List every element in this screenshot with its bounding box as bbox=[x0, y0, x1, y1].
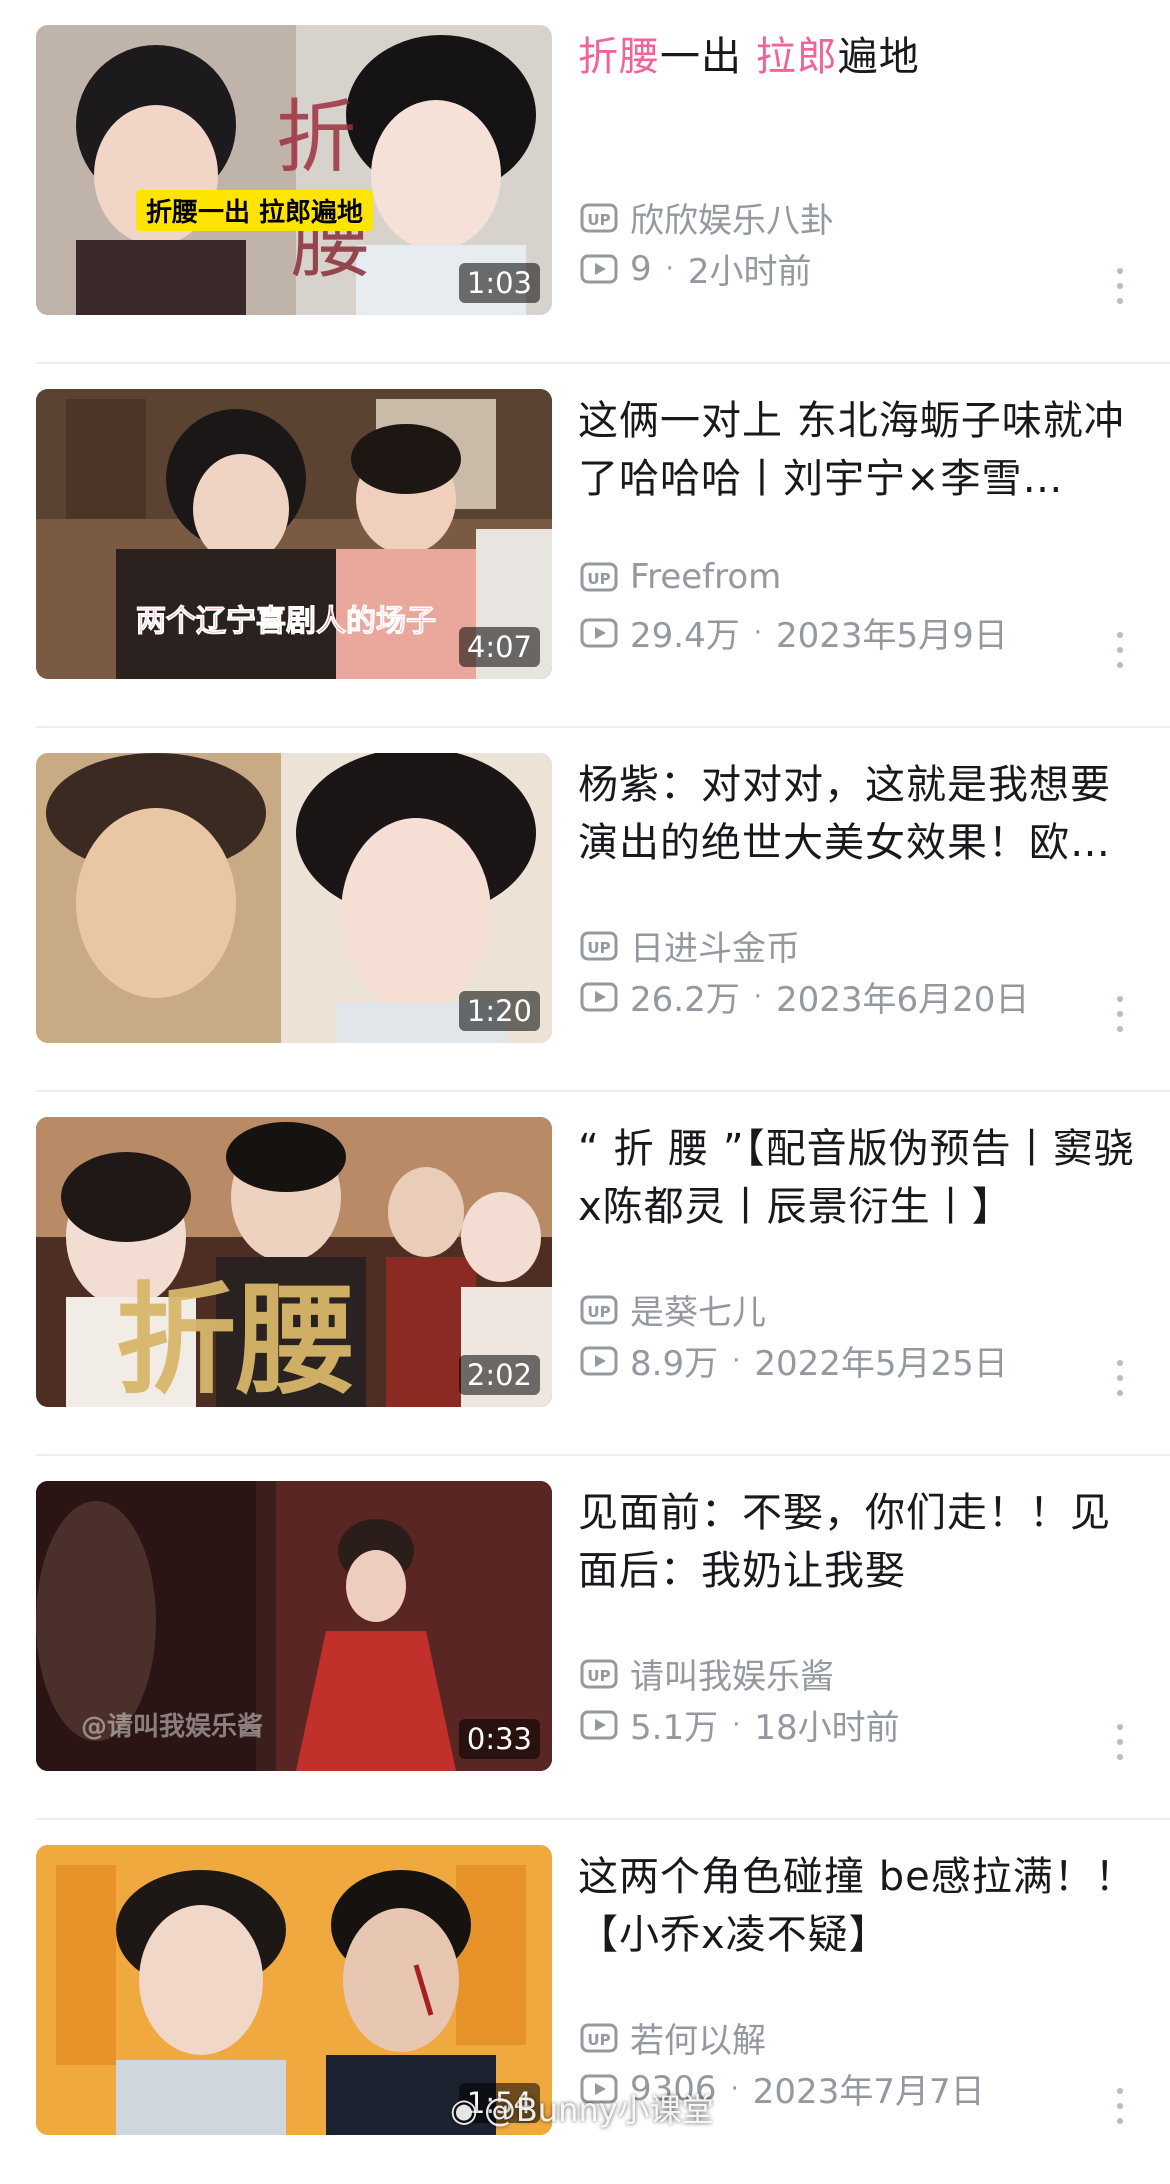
video-item[interactable]: 折 腰 折腰一出 拉郎遍地 1:03 折腰一出 拉郎遍地 UP 欣欣娱乐八卦 9… bbox=[0, 0, 1170, 364]
weibo-logo-icon: ◉ bbox=[450, 2091, 478, 2129]
up-badge-icon: UP bbox=[580, 203, 618, 232]
duration-badge: 1:03 bbox=[458, 263, 540, 303]
uploader-row[interactable]: UP 日进斗金币 bbox=[580, 921, 800, 970]
up-badge-icon: UP bbox=[580, 1295, 618, 1324]
art-text: 折 bbox=[276, 91, 356, 184]
video-title[interactable]: 见面前：不娶，你们走！！见面后：我奶让我娶 bbox=[578, 1484, 1138, 1600]
up-badge-icon: UP bbox=[580, 1659, 618, 1688]
view-count: 29.4万 bbox=[630, 616, 740, 656]
uploader-name[interactable]: 是葵七儿 bbox=[630, 1285, 766, 1334]
uploader-name[interactable]: Freefrom bbox=[630, 557, 781, 597]
overlay-caption: 折腰一出 拉郎遍地 bbox=[136, 190, 374, 231]
view-count: 5.1万 bbox=[630, 1708, 719, 1748]
uploader-row[interactable]: UP 欣欣娱乐八卦 bbox=[580, 193, 834, 242]
uploader-row[interactable]: UP 若何以解 bbox=[580, 2013, 766, 2062]
stats-row: 5.1万 · 18小时前 bbox=[580, 1700, 900, 1749]
video-thumbnail[interactable]: 折腰 2:02 bbox=[36, 1117, 552, 1407]
up-badge-icon: UP bbox=[580, 562, 618, 592]
uploader-name[interactable]: 若何以解 bbox=[630, 2013, 766, 2062]
title-segment: 遍地 bbox=[837, 34, 920, 80]
video-title[interactable]: 这两个角色碰撞 be感拉满！！【小乔x凌不疑】 bbox=[578, 1848, 1138, 1964]
more-vertical-icon[interactable] bbox=[1116, 1724, 1124, 1760]
play-count-icon bbox=[580, 982, 618, 1011]
publish-date: 18小时前 bbox=[754, 1708, 900, 1748]
watermark-caption: @请叫我娱乐酱 bbox=[81, 1712, 264, 1742]
video-thumbnail[interactable]: 1:20 bbox=[36, 753, 552, 1043]
svg-text:UP: UP bbox=[587, 570, 610, 588]
duration-badge: 1:20 bbox=[458, 991, 540, 1031]
play-count-icon bbox=[580, 618, 618, 647]
uploader-name[interactable]: 日进斗金币 bbox=[630, 921, 800, 970]
duration-badge: 2:02 bbox=[458, 1355, 540, 1395]
publish-date: 2023年6月20日 bbox=[775, 980, 1030, 1020]
more-vertical-icon[interactable] bbox=[1116, 268, 1124, 304]
title-segment: 一出 bbox=[660, 34, 756, 80]
video-title[interactable]: “ 折 腰 ”【配音版伪预告丨窦骁x陈都灵丨辰景衍生丨】 bbox=[578, 1120, 1138, 1236]
art-text: 折腰 bbox=[116, 1270, 356, 1407]
play-count-icon bbox=[580, 1346, 618, 1375]
title-highlight: 折腰 bbox=[578, 34, 660, 80]
play-count-icon bbox=[580, 254, 618, 283]
view-count: 8.9万 bbox=[630, 1344, 719, 1384]
watermark-text: @Bunny小课堂 bbox=[483, 2091, 714, 2129]
publish-date: 2022年5月25日 bbox=[754, 1344, 1008, 1384]
video-thumbnail[interactable]: @请叫我娱乐酱 0:33 bbox=[36, 1481, 552, 1771]
uploader-name[interactable]: 欣欣娱乐八卦 bbox=[630, 193, 834, 242]
video-thumbnail[interactable]: 两个辽宁喜剧人的场子 4:07 bbox=[36, 389, 552, 679]
uploader-name[interactable]: 请叫我娱乐酱 bbox=[630, 1649, 834, 1698]
svg-text:UP: UP bbox=[587, 2031, 610, 2049]
separator-dot: · bbox=[730, 2073, 739, 2104]
svg-text:UP: UP bbox=[587, 939, 610, 957]
svg-text:UP: UP bbox=[587, 1667, 610, 1685]
separator-dot: · bbox=[732, 1345, 741, 1376]
publish-date: 2023年7月7日 bbox=[752, 2072, 985, 2112]
up-badge-icon: UP bbox=[580, 931, 618, 960]
video-item[interactable]: 折腰 2:02 “ 折 腰 ”【配音版伪预告丨窦骁x陈都灵丨辰景衍生丨】 UP … bbox=[0, 1092, 1170, 1456]
separator-dot: · bbox=[732, 1709, 741, 1740]
title-highlight: 拉郎 bbox=[755, 34, 838, 80]
svg-text:UP: UP bbox=[587, 1303, 610, 1321]
view-count: 26.2万 bbox=[630, 980, 740, 1020]
separator-dot: · bbox=[753, 981, 762, 1012]
stats-row: 29.4万 · 2023年5月9日 bbox=[580, 608, 1008, 657]
video-title[interactable]: 杨紫：对对对，这就是我想要演出的绝世大美女效果！欧… bbox=[578, 756, 1138, 872]
separator-dot: · bbox=[753, 617, 762, 648]
video-thumbnail[interactable]: 折 腰 折腰一出 拉郎遍地 1:03 bbox=[36, 25, 552, 315]
weibo-watermark: ◉ @Bunny小课堂 bbox=[450, 2085, 714, 2131]
separator-dot: · bbox=[665, 253, 674, 284]
video-title[interactable]: 折腰一出 拉郎遍地 bbox=[578, 28, 1138, 86]
stats-row: 26.2万 · 2023年6月20日 bbox=[580, 972, 1029, 1021]
uploader-row[interactable]: UP Freefrom bbox=[580, 557, 781, 597]
stats-row: 9 · 2小时前 bbox=[580, 244, 812, 293]
more-vertical-icon[interactable] bbox=[1116, 2088, 1124, 2124]
video-title[interactable]: 这俩一对上 东北海蛎子味就冲了哈哈哈丨刘宇宁×李雪… bbox=[578, 392, 1138, 508]
view-count: 9 bbox=[630, 248, 652, 289]
duration-badge: 4:07 bbox=[458, 627, 540, 667]
publish-date: 2023年5月9日 bbox=[775, 616, 1008, 656]
stats-row: 8.9万 · 2022年5月25日 bbox=[580, 1336, 1008, 1385]
video-item[interactable]: 两个辽宁喜剧人的场子 4:07 这俩一对上 东北海蛎子味就冲了哈哈哈丨刘宇宁×李… bbox=[0, 364, 1170, 728]
svg-text:UP: UP bbox=[587, 211, 610, 229]
more-vertical-icon[interactable] bbox=[1116, 632, 1124, 668]
video-item[interactable]: @请叫我娱乐酱 0:33 见面前：不娶，你们走！！见面后：我奶让我娶 UP 请叫… bbox=[0, 1456, 1170, 1820]
up-badge-icon: UP bbox=[580, 2023, 618, 2052]
duration-badge: 0:33 bbox=[458, 1719, 540, 1759]
uploader-row[interactable]: UP 请叫我娱乐酱 bbox=[580, 1649, 834, 1698]
more-vertical-icon[interactable] bbox=[1116, 996, 1124, 1032]
play-count-icon bbox=[580, 1710, 618, 1739]
video-item[interactable]: 1:20 杨紫：对对对，这就是我想要演出的绝世大美女效果！欧… UP 日进斗金币… bbox=[0, 728, 1170, 1092]
uploader-row[interactable]: UP 是葵七儿 bbox=[580, 1285, 766, 1334]
publish-date: 2小时前 bbox=[687, 252, 812, 292]
more-vertical-icon[interactable] bbox=[1116, 1360, 1124, 1396]
overlay-caption: 两个辽宁喜剧人的场子 bbox=[136, 604, 437, 640]
